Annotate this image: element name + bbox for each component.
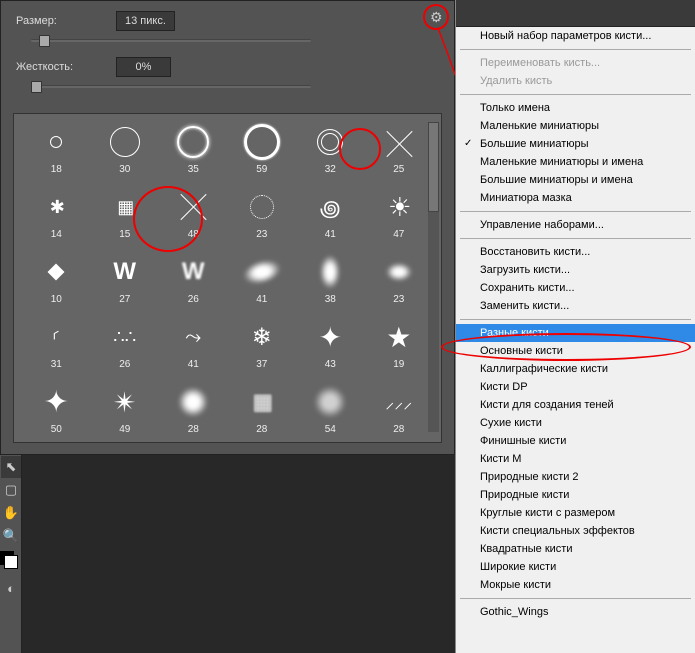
brush-item[interactable]: ⤳41 [159, 317, 228, 382]
brush-item[interactable]: 10 [22, 252, 91, 317]
brush-item[interactable]: ❄37 [228, 317, 297, 382]
menu-save[interactable]: Сохранить кисти... [456, 279, 695, 297]
brush-item[interactable]: 32 [296, 122, 365, 187]
brush-picker-panel: Размер: 13 пикс. Жесткость: 0% 18 30 35 … [0, 0, 455, 455]
brush-item[interactable]: 48 [159, 187, 228, 252]
brush-item[interactable]: 25 [365, 122, 434, 187]
menu-shadow-brushes[interactable]: Кисти для создания теней [456, 396, 695, 414]
brush-item[interactable]: ⸂31 [22, 317, 91, 382]
menu-round-size-brushes[interactable]: Круглые кисти с размером [456, 504, 695, 522]
menu-preset-mgr[interactable]: Управление наборами... [456, 216, 695, 234]
move-tool-icon[interactable]: ⬉ [1, 456, 21, 478]
brush-item[interactable]: 28 [159, 382, 228, 447]
menu-square-brushes[interactable]: Квадратные кисти [456, 540, 695, 558]
scrollbar-thumb[interactable] [428, 122, 439, 212]
brush-item[interactable]: 38 [296, 252, 365, 317]
menu-calligraphic-brushes[interactable]: Каллиграфические кисти [456, 360, 695, 378]
menu-dp-brushes[interactable]: Кисти DP [456, 378, 695, 396]
menu-stroke-thumb[interactable]: Миниатюра мазка [456, 189, 695, 207]
menu-assorted-brushes[interactable]: Разные кисти [456, 324, 695, 342]
swatch-icon[interactable] [1, 548, 21, 576]
menu-separator [460, 238, 691, 239]
brush-item[interactable]: ★19 [365, 317, 434, 382]
size-slider-thumb[interactable] [39, 35, 50, 47]
menu-special-brushes[interactable]: Кисти специальных эффектов [456, 522, 695, 540]
menu-finish-brushes[interactable]: Финишные кисти [456, 432, 695, 450]
menu-new-preset[interactable]: Новый набор параметров кисти... [456, 27, 695, 45]
menu-gothic-wings[interactable]: Gothic_Wings [456, 603, 695, 621]
menu-text-only[interactable]: Только имена [456, 99, 695, 117]
size-label: Размер: [16, 15, 116, 27]
brush-item[interactable]: 23 [365, 252, 434, 317]
brush-item[interactable]: ✴49 [91, 382, 160, 447]
hardness-label: Жесткость: [16, 61, 116, 73]
brush-item[interactable]: ∴∴26 [91, 317, 160, 382]
brush-item[interactable]: ▦28 [228, 382, 297, 447]
brush-item[interactable]: 18 [22, 122, 91, 187]
brush-scrollbar[interactable] [428, 122, 439, 432]
canvas-area[interactable] [0, 455, 455, 653]
menu-basic-brushes[interactable]: Основные кисти [456, 342, 695, 360]
size-slider[interactable] [31, 39, 311, 42]
menu-small-thumb[interactable]: Маленькие миниатюры [456, 117, 695, 135]
menu-large-thumb[interactable]: ✓Большие миниатюры [456, 135, 695, 153]
menu-separator [460, 94, 691, 95]
annotation-circle [423, 4, 449, 30]
zoom-tool-icon[interactable]: 🔍 [1, 525, 21, 547]
brush-item[interactable]: 41 [228, 252, 297, 317]
color-mode-icon[interactable]: ◐ [1, 577, 21, 599]
brush-item[interactable]: 59 [228, 122, 297, 187]
menu-small-list[interactable]: Маленькие миниатюры и имена [456, 153, 695, 171]
brush-item[interactable]: ✱14 [22, 187, 91, 252]
size-value[interactable]: 13 пикс. [116, 11, 175, 31]
hand-tool-icon[interactable]: ✋ [1, 502, 21, 524]
menu-dry-brushes[interactable]: Сухие кисти [456, 414, 695, 432]
brush-controls: Размер: 13 пикс. Жесткость: 0% [1, 1, 454, 113]
menu-delete: Удалить кисть [456, 72, 695, 90]
menu-large-list[interactable]: Большие миниатюры и имена [456, 171, 695, 189]
brush-item[interactable]: ꩜41 [296, 187, 365, 252]
menu-separator [460, 319, 691, 320]
menu-separator [460, 211, 691, 212]
menu-rename: Переименовать кисть... [456, 54, 695, 72]
brush-item[interactable]: W26 [159, 252, 228, 317]
menu-m-brushes[interactable]: Кисти M [456, 450, 695, 468]
menu-load[interactable]: Загрузить кисти... [456, 261, 695, 279]
check-icon: ✓ [464, 138, 472, 149]
brush-item[interactable]: 30 [91, 122, 160, 187]
brush-item[interactable]: ⸝⸝⸝28 [365, 382, 434, 447]
hardness-slider[interactable] [31, 85, 311, 88]
hardness-slider-thumb[interactable] [31, 81, 42, 93]
menu-wet-brushes[interactable]: Мокрые кисти [456, 576, 695, 594]
brush-menu-button[interactable]: ⚙ [423, 3, 453, 33]
marquee-tool-icon[interactable]: ▢ [1, 479, 21, 501]
brush-item[interactable]: ✦43 [296, 317, 365, 382]
menu-replace[interactable]: Заменить кисти... [456, 297, 695, 315]
brush-flyout-menu: Новый набор параметров кисти... Переимен… [455, 0, 695, 653]
menu-separator [460, 598, 691, 599]
brush-item[interactable]: W27 [91, 252, 160, 317]
brush-item[interactable]: 23 [228, 187, 297, 252]
menu-reset[interactable]: Восстановить кисти... [456, 243, 695, 261]
brush-item[interactable]: ☀47 [365, 187, 434, 252]
tool-strip: ⬉ ▢ ✋ 🔍 ◐ [0, 455, 22, 653]
brush-item[interactable]: ✦50 [22, 382, 91, 447]
brush-item[interactable]: 35 [159, 122, 228, 187]
menu-wide-brushes[interactable]: Широкие кисти [456, 558, 695, 576]
menu-header [456, 0, 695, 27]
hardness-value[interactable]: 0% [116, 57, 171, 77]
menu-natural-brushes[interactable]: Природные кисти [456, 486, 695, 504]
brush-grid-container: 18 30 35 59 32 25 ✱14 ▦15 48 23 ꩜41 ☀47 … [13, 113, 442, 443]
brush-item[interactable]: 54 [296, 382, 365, 447]
brush-item[interactable]: ▦15 [91, 187, 160, 252]
menu-separator [460, 49, 691, 50]
menu-natural2-brushes[interactable]: Природные кисти 2 [456, 468, 695, 486]
brush-grid: 18 30 35 59 32 25 ✱14 ▦15 48 23 ꩜41 ☀47 … [14, 114, 441, 455]
